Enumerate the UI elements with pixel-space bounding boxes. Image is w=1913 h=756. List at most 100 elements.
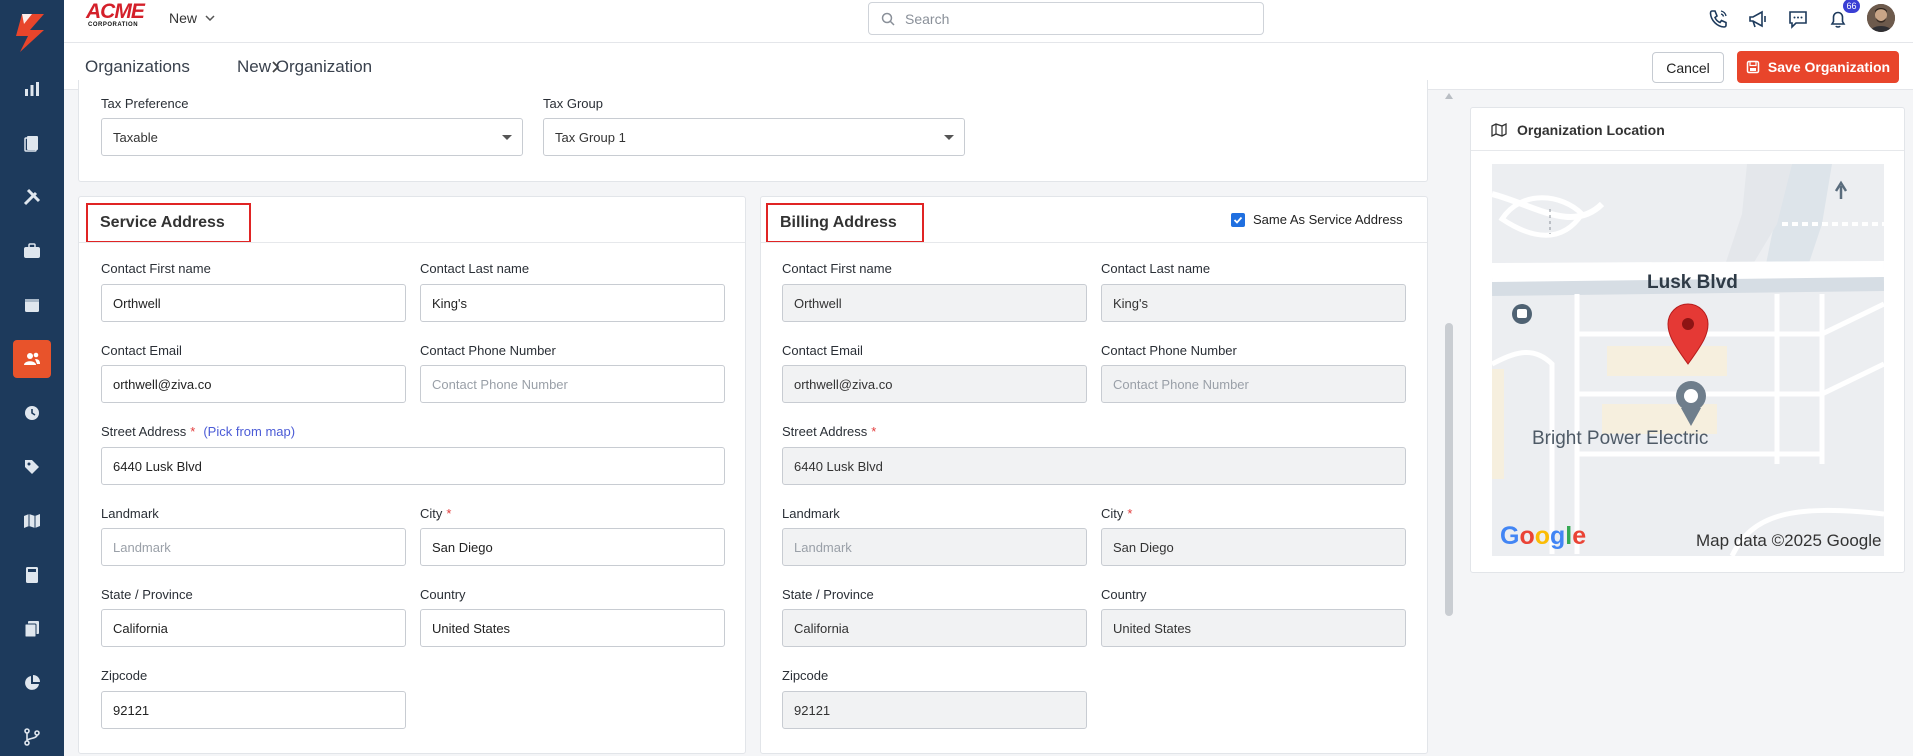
search-icon — [881, 12, 895, 26]
sidebar-item-files[interactable] — [13, 610, 51, 648]
tax-preference-select[interactable]: Taxable — [101, 118, 523, 156]
map-icon — [24, 514, 40, 528]
documents-icon — [24, 136, 38, 152]
chat-icon[interactable] — [1786, 7, 1810, 31]
billing-email-input — [782, 365, 1087, 403]
service-first-name-label: Contact First name — [101, 261, 211, 276]
service-street-input[interactable] — [101, 447, 725, 485]
users-icon — [24, 352, 40, 365]
service-email-input[interactable] — [101, 365, 406, 403]
pie-chart-icon — [25, 675, 40, 690]
sidebar-item-map[interactable] — [13, 502, 51, 540]
sidebar-item-tools[interactable] — [13, 178, 51, 216]
app-logo-icon[interactable] — [10, 8, 54, 56]
phone-icon[interactable] — [1706, 7, 1730, 31]
billing-landmark-label: Landmark — [782, 506, 840, 521]
clock-icon — [25, 406, 39, 420]
map-place-label: Bright Power Electric — [1532, 428, 1708, 449]
checkbox-checked-icon[interactable] — [1231, 212, 1245, 227]
save-icon — [1746, 60, 1760, 74]
service-zip-input[interactable] — [101, 691, 406, 729]
briefcase-icon — [24, 243, 40, 258]
tools-icon — [23, 188, 41, 206]
sidebar-item-time[interactable] — [13, 394, 51, 432]
sidebar-item-integrations[interactable] — [13, 718, 51, 756]
billing-zip-input — [782, 691, 1087, 729]
breadcrumb-organizations-link[interactable]: Organizations — [85, 57, 190, 77]
map-attribution: Map data ©2025 Google — [1696, 531, 1882, 550]
divider — [1471, 150, 1904, 151]
sidebar-item-dashboard[interactable] — [13, 70, 51, 108]
billing-city-label-text: City — [1101, 506, 1124, 521]
service-first-name-input[interactable] — [101, 284, 406, 322]
brand-logo[interactable]: ACME CORPORATION — [86, 1, 150, 32]
sidebar-item-tags[interactable] — [13, 448, 51, 486]
chevron-down-icon — [205, 15, 215, 21]
required-marker: * — [871, 424, 877, 439]
billing-country-input — [1101, 609, 1406, 647]
billing-last-name-label: Contact Last name — [1101, 261, 1211, 276]
bar-chart-icon — [25, 82, 39, 96]
service-country-input[interactable] — [420, 609, 725, 647]
tax-card: Tax Preference Taxable Tax Group Tax Gro… — [78, 80, 1428, 182]
billing-last-name-input — [1101, 284, 1406, 322]
service-phone-input[interactable] — [420, 365, 725, 403]
search-input[interactable] — [905, 10, 1245, 27]
service-landmark-label: Landmark — [101, 506, 159, 521]
same-as-service-label: Same As Service Address — [1253, 212, 1403, 227]
service-landmark-input[interactable] — [101, 528, 406, 566]
billing-country-label: Country — [1101, 587, 1147, 602]
scrollbar-thumb[interactable] — [1445, 323, 1453, 616]
service-phone-label: Contact Phone Number — [420, 343, 556, 358]
sidebar-item-reports[interactable] — [13, 664, 51, 702]
organization-location-title: Organization Location — [1517, 122, 1665, 138]
cancel-button[interactable]: Cancel — [1652, 52, 1724, 83]
tax-group-select[interactable]: Tax Group 1 — [543, 118, 965, 156]
billing-phone-label: Contact Phone Number — [1101, 343, 1237, 358]
service-address-title: Service Address — [86, 203, 251, 243]
billing-city-input — [1101, 528, 1406, 566]
service-street-label: Street Address * (Pick from map) — [101, 424, 295, 439]
billing-landmark-input — [782, 528, 1087, 566]
billing-street-label: Street Address * — [782, 424, 876, 439]
billing-first-name-input — [782, 284, 1087, 322]
tax-preference-label: Tax Preference — [101, 96, 189, 111]
sidebar-item-jobs[interactable] — [13, 232, 51, 270]
service-street-label-text: Street Address — [101, 424, 187, 439]
same-as-service-checkbox[interactable]: Same As Service Address — [1231, 212, 1403, 227]
organization-location-header: Organization Location — [1491, 122, 1665, 138]
tag-icon — [25, 460, 39, 474]
search-box[interactable] — [868, 2, 1264, 35]
sidebar-item-documents[interactable] — [13, 124, 51, 162]
service-address-card: Service Address Contact First name Conta… — [78, 196, 746, 754]
calculator-icon — [26, 567, 38, 583]
megaphone-icon[interactable] — [1746, 7, 1770, 31]
required-marker: * — [190, 424, 196, 439]
service-state-input[interactable] — [101, 609, 406, 647]
sidebar-item-calendar[interactable] — [13, 286, 51, 324]
billing-first-name-label: Contact First name — [782, 261, 892, 276]
sidebar-item-organizations[interactable] — [13, 340, 51, 378]
service-city-input[interactable] — [420, 528, 725, 566]
billing-address-card: Billing Address Same As Service Address … — [760, 196, 1428, 754]
git-branch-icon — [24, 728, 40, 746]
pick-from-map-link[interactable]: (Pick from map) — [203, 424, 295, 439]
service-email-label: Contact Email — [101, 343, 182, 358]
billing-address-title: Billing Address — [766, 203, 924, 243]
location-map[interactable]: Lusk Blvd Bright Power Electric Google M… — [1492, 164, 1884, 556]
save-organization-button[interactable]: Save Organization — [1737, 51, 1899, 83]
service-last-name-input[interactable] — [420, 284, 725, 322]
billing-street-label-text: Street Address — [782, 424, 868, 439]
sidebar-item-invoices[interactable] — [13, 556, 51, 594]
organization-location-card: Organization Location Lusk Blvd Bright P… — [1470, 107, 1905, 573]
service-country-label: Country — [420, 587, 466, 602]
scroll-up-arrow-icon[interactable] — [1445, 93, 1453, 99]
new-menu-button[interactable]: New — [169, 10, 215, 26]
tax-group-value: Tax Group 1 — [555, 129, 626, 145]
billing-state-label: State / Province — [782, 587, 874, 602]
user-avatar[interactable] — [1867, 4, 1895, 32]
calendar-icon — [25, 299, 39, 312]
new-menu-label: New — [169, 10, 198, 26]
billing-state-input — [782, 609, 1087, 647]
divider — [761, 242, 1427, 243]
